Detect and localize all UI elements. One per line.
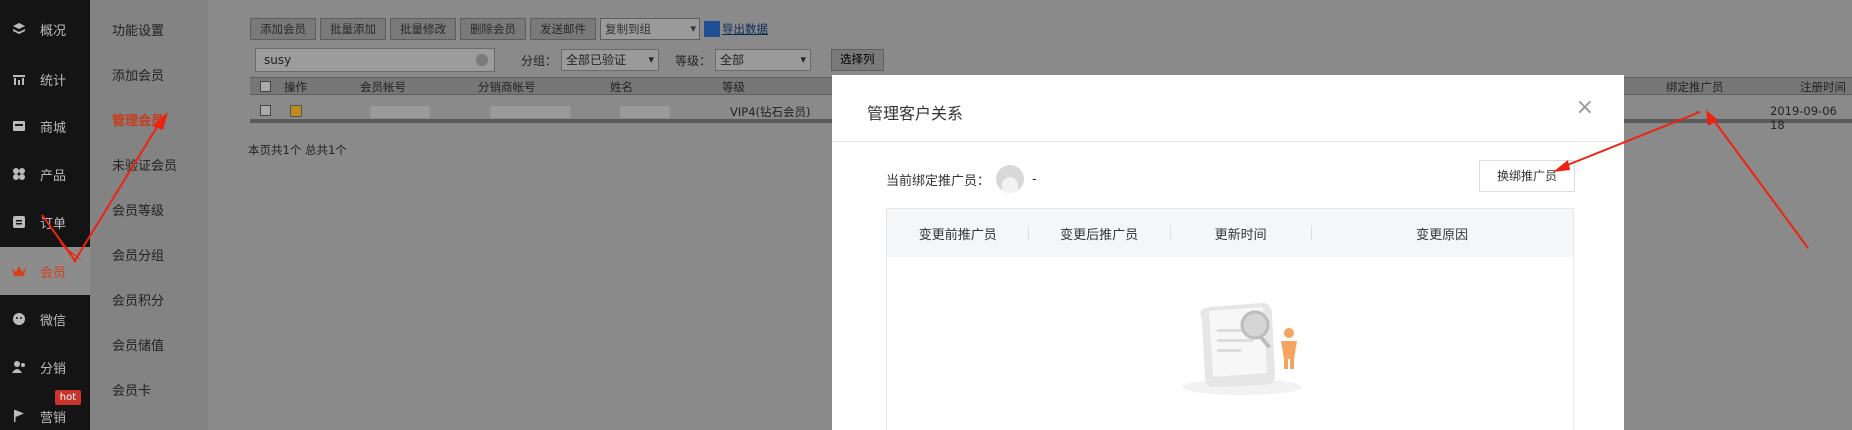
- current-promoter-value: -: [1032, 171, 1037, 187]
- current-promoter-label: 当前绑定推广员：: [886, 173, 991, 189]
- col-name[interactable]: 姓名: [610, 79, 633, 95]
- blurred-distributor: [490, 106, 570, 118]
- select-columns-button[interactable]: 选择列: [831, 49, 884, 71]
- blurred-account: [370, 106, 430, 118]
- col-actions: 操作: [284, 80, 307, 94]
- filter-bar: susy 分组： 全部已验证 等级： 全部 选择列: [255, 48, 884, 72]
- row-level: VIP4(钻石会员): [730, 105, 811, 119]
- col-reg-time[interactable]: 注册时间: [1800, 79, 1846, 95]
- search-input[interactable]: susy: [255, 48, 495, 72]
- level-label: 等级：: [675, 53, 712, 68]
- nav-item-members[interactable]: 会员: [0, 247, 90, 295]
- modal-title: 管理客户关系: [867, 104, 964, 123]
- col-change-reason: 变更原因: [1311, 224, 1573, 243]
- chart-icon: [10, 70, 28, 88]
- nav-item-wechat[interactable]: 微信: [0, 295, 90, 343]
- group-select[interactable]: 全部已验证: [561, 49, 660, 71]
- nav-item-label: 统计: [40, 73, 67, 89]
- avatar: [996, 165, 1025, 193]
- crown-icon: [10, 262, 28, 280]
- nav-item-orders[interactable]: 订单: [0, 198, 90, 246]
- nav-item-label: 营销: [40, 410, 67, 426]
- export-data-link[interactable]: 导出数据: [704, 18, 768, 40]
- clear-icon[interactable]: [476, 54, 488, 66]
- close-icon[interactable]: ×: [1576, 97, 1594, 119]
- col-update-time: 更新时间: [1169, 224, 1311, 243]
- nav-item-marketing[interactable]: 营销: [0, 392, 90, 430]
- nav-item-label: 产品: [40, 168, 67, 184]
- export-label: 导出数据: [722, 22, 768, 36]
- search-value: susy: [264, 53, 292, 67]
- customer-relation-modal: 管理客户关系 × 当前绑定推广员： - 换绑推广员 变更前推广员 变更后推广员 …: [832, 75, 1624, 430]
- copy-to-group-select[interactable]: 复制到组: [600, 18, 700, 40]
- nav-item-label: 概况: [40, 23, 67, 39]
- nav-item-label: 分销: [40, 361, 67, 377]
- main-nav: 概况 统计 商城 产品 订单 会员 微信 分销 hot 营销: [0, 0, 90, 430]
- select-all-checkbox[interactable]: [260, 81, 271, 92]
- batch-add-button[interactable]: 批量添加: [320, 18, 386, 40]
- current-promoter: 当前绑定推广员： -: [886, 165, 1037, 193]
- blurred-name: [620, 106, 670, 118]
- subnav-unverified-members[interactable]: 未验证会员: [112, 155, 177, 174]
- group-label: 分组：: [521, 53, 558, 68]
- delete-member-button[interactable]: 删除会员: [460, 18, 526, 40]
- edit-icon[interactable]: [290, 105, 302, 117]
- toolbar: 添加会员 批量添加 批量修改 删除会员 发送邮件 复制到组 导出数据: [250, 18, 768, 40]
- subnav-member-levels[interactable]: 会员等级: [112, 200, 164, 219]
- subnav-feature-settings[interactable]: 功能设置: [112, 20, 164, 39]
- subnav-add-member[interactable]: 添加会员: [112, 65, 164, 84]
- wechat-icon: [10, 310, 28, 328]
- col-level[interactable]: 等级: [722, 79, 745, 95]
- layers-icon: [10, 20, 28, 38]
- subnav-manage-members[interactable]: 管理会员: [112, 110, 164, 129]
- col-promoter[interactable]: 绑定推广员: [1666, 79, 1724, 95]
- nav-item-label: 商城: [40, 120, 67, 136]
- subnav-member-balance[interactable]: 会员储值: [112, 335, 164, 354]
- nav-item-label: 订单: [40, 216, 67, 232]
- subnav-member-card[interactable]: 会员卡: [112, 380, 151, 399]
- send-mail-button[interactable]: 发送邮件: [530, 18, 596, 40]
- grid-icon: [10, 165, 28, 183]
- excel-icon: [704, 21, 720, 37]
- subnav-member-groups[interactable]: 会员分组: [112, 245, 164, 264]
- row-checkbox[interactable]: [260, 105, 271, 116]
- swap-promoter-button[interactable]: 换绑推广员: [1479, 160, 1575, 192]
- col-after-promoter: 变更后推广员: [1028, 224, 1169, 243]
- nav-item-shop[interactable]: 商城: [0, 102, 90, 150]
- shop-icon: [10, 117, 28, 135]
- row-promoter: -: [1696, 104, 1701, 118]
- promoter-history-table: 变更前推广员 变更后推广员 更新时间 变更原因: [886, 208, 1574, 430]
- nav-item-stats[interactable]: 统计: [0, 55, 90, 103]
- subnav-member-points[interactable]: 会员积分: [112, 290, 164, 309]
- nav-item-distribution[interactable]: 分销: [0, 343, 90, 391]
- nav-item-label: 会员: [40, 265, 67, 281]
- col-before-promoter: 变更前推广员: [918, 227, 997, 243]
- col-account[interactable]: 会员帐号: [360, 79, 406, 95]
- batch-edit-button[interactable]: 批量修改: [390, 18, 456, 40]
- row-reg-time: 2019-09-06 18: [1770, 104, 1837, 132]
- order-icon: [10, 213, 28, 231]
- modal-divider: [832, 141, 1624, 142]
- member-subnav: 功能设置 添加会员 管理会员 未验证会员 会员等级 会员分组 会员积分 会员储值…: [90, 0, 208, 430]
- empty-data-illustration: [1182, 303, 1302, 395]
- flag-icon: [10, 407, 28, 425]
- history-table-header: 变更前推广员 变更后推广员 更新时间 变更原因: [887, 209, 1573, 257]
- level-select[interactable]: 全部: [715, 49, 812, 71]
- pager-text: 本页共1个 总共1个: [248, 143, 347, 157]
- add-member-button[interactable]: 添加会员: [250, 18, 316, 40]
- distribution-icon: [10, 358, 28, 376]
- nav-item-overview[interactable]: 概况: [0, 5, 90, 53]
- nav-item-products[interactable]: 产品: [0, 150, 90, 198]
- col-distributor[interactable]: 分销商帐号: [478, 79, 536, 95]
- nav-item-label: 微信: [40, 313, 67, 329]
